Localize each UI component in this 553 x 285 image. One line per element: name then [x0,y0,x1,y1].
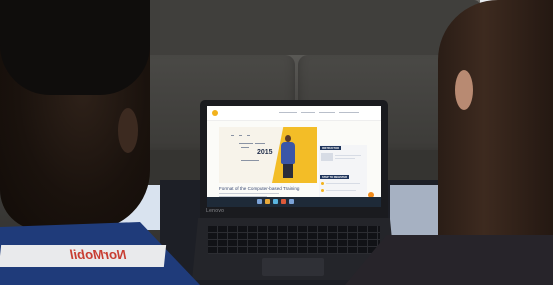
side-label-instructor: INSTRUCTOR [320,146,341,150]
nav-link [339,112,359,113]
touchpad [262,258,324,276]
course-title: Format of the Computer-based Training [219,186,300,191]
nav-link [319,112,335,113]
photo: 2015 Format of the Computer-based Traini… [0,0,553,285]
side-label-register: STEP TO REGISTER [320,175,349,179]
text-line [219,193,279,194]
text-line [326,183,360,184]
step-icon [321,182,324,185]
lanyard-text: NorMobil [70,247,127,262]
site-header [207,106,381,121]
sidebar-panel: INSTRUCTOR STEP TO REGISTER [319,145,367,199]
presenter-legs [283,164,293,178]
step-icon [321,189,324,192]
man-hair [0,0,150,95]
keyboard [208,226,380,254]
hero-year: 2015 [257,149,273,156]
man-ear [118,108,138,153]
presenter-body [281,142,295,164]
text-line [335,158,355,159]
text-line [326,190,356,191]
instructor-thumb [321,153,333,161]
presenter-head [285,135,291,142]
site-logo-icon [212,110,218,116]
laptop-screen: 2015 Format of the Computer-based Traini… [207,106,381,207]
sofa-back [130,0,480,55]
taskbar [207,197,381,207]
laptop-brand: Lenovo [206,208,225,214]
woman-ear [455,70,473,110]
nav-link [301,112,315,113]
text-line [335,155,361,156]
nav-link [279,112,297,113]
